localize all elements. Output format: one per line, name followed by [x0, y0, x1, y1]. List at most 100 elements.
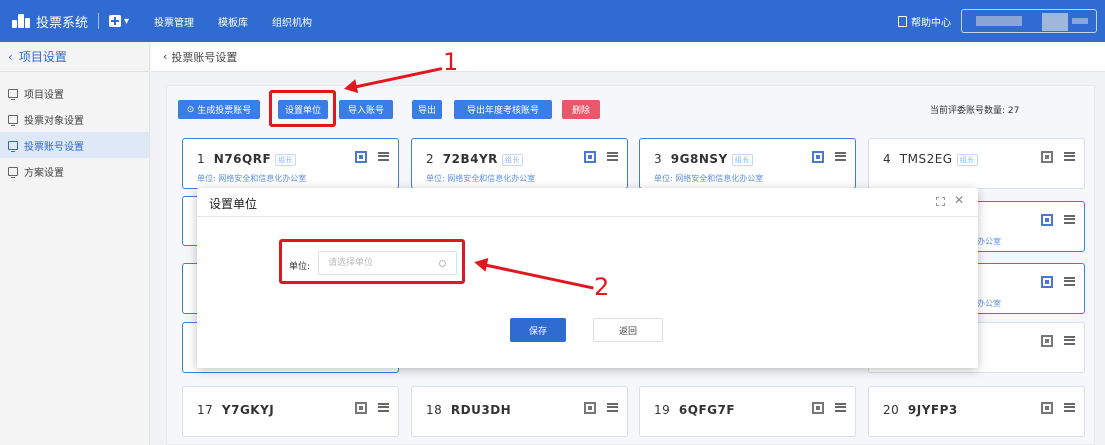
- card-code: 72B4YR: [442, 152, 498, 166]
- card-unit: 单位: 网络安全和信息化办公室: [197, 174, 307, 183]
- dialog-title: 设置单位: [209, 197, 258, 211]
- nav-organization[interactable]: 组织机构: [272, 14, 312, 29]
- nav-template-library[interactable]: 模板库: [218, 14, 248, 29]
- menu-icon[interactable]: [378, 403, 389, 412]
- card-unit: 办公室: [977, 299, 1001, 308]
- export-annual-accounts-button[interactable]: 导出年度考核账号: [454, 100, 552, 119]
- account-card[interactable]: 17 Y7GKYJ: [182, 386, 399, 437]
- qr-code-icon[interactable]: [1041, 402, 1053, 414]
- account-card[interactable]: 18 RDU3DH: [411, 386, 628, 437]
- menu-icon[interactable]: [1064, 152, 1075, 161]
- top-bar: 投票系统 ▾ 投票管理 模板库 组织机构 帮助中心: [0, 0, 1105, 42]
- monitor-icon: [8, 114, 18, 126]
- menu-icon[interactable]: [1064, 277, 1075, 286]
- page-title: 投票账号设置: [171, 50, 238, 64]
- nav-vote-management[interactable]: 投票管理: [154, 14, 194, 29]
- buildings-icon: [12, 14, 30, 28]
- qr-code-icon[interactable]: [1041, 335, 1053, 347]
- document-icon: [898, 15, 907, 27]
- app-logo[interactable]: 投票系统 ▾: [12, 0, 129, 42]
- card-title: 20 9JYFP3: [883, 403, 958, 417]
- menu-icon[interactable]: [1064, 215, 1075, 224]
- qr-code-icon[interactable]: [355, 151, 367, 163]
- sidebar-item-vote-account-settings[interactable]: 投票账号设置: [0, 132, 149, 158]
- breadcrumb: ‹ 投票账号设置: [151, 42, 1105, 72]
- help-label: 帮助中心: [911, 17, 951, 29]
- qr-code-icon[interactable]: [584, 151, 596, 163]
- import-accounts-button[interactable]: 导入账号: [339, 100, 393, 119]
- account-count: 当前评委账号数量: 27: [930, 106, 1020, 116]
- close-icon[interactable]: ✕: [954, 193, 964, 207]
- account-card[interactable]: 1 N76QRF 组长 单位: 网络安全和信息化办公室: [182, 138, 399, 189]
- generate-accounts-button[interactable]: ⊙ 生成投票账号: [178, 100, 260, 119]
- card-title: 4 TMS2EG 组长: [883, 152, 978, 166]
- divider: [197, 216, 978, 217]
- chevron-down-icon: ▾: [124, 15, 130, 27]
- card-title: 3 9G8NSY 组长: [654, 152, 753, 166]
- save-button[interactable]: 保存: [510, 318, 566, 342]
- qr-code-icon[interactable]: [355, 402, 367, 414]
- menu-icon[interactable]: [607, 403, 618, 412]
- apps-icon: [109, 15, 122, 27]
- monitor-icon: [8, 166, 18, 178]
- export-button[interactable]: 导出: [412, 100, 442, 119]
- menu-icon[interactable]: [378, 152, 389, 161]
- card-title: 18 RDU3DH: [426, 403, 511, 417]
- role-tag: 组长: [731, 153, 753, 166]
- qr-code-icon[interactable]: [1041, 151, 1053, 163]
- sidebar-item-project-settings[interactable]: 项目设置: [0, 80, 149, 106]
- back-button[interactable]: 返回: [593, 318, 663, 342]
- chevron-left-icon: ‹: [8, 49, 13, 64]
- highlight-box-1: [269, 90, 336, 127]
- sidebar-back-button[interactable]: ‹ 项目设置: [0, 42, 149, 72]
- divider: [98, 13, 100, 29]
- account-card[interactable]: 19 6QFG7F: [639, 386, 856, 437]
- user-name-redacted: [1072, 18, 1088, 24]
- chevron-left-icon[interactable]: ‹: [163, 50, 167, 63]
- card-code: RDU3DH: [450, 403, 512, 417]
- role-tag: 组长: [501, 153, 523, 166]
- account-card[interactable]: 4 TMS2EG 组长: [868, 138, 1085, 189]
- account-card[interactable]: 20 9JYFP3: [868, 386, 1085, 437]
- card-number: 4: [883, 152, 892, 166]
- card-code: N76QRF: [213, 152, 272, 166]
- qr-code-icon[interactable]: [1041, 214, 1053, 226]
- account-card[interactable]: 2 72B4YR 组长 单位: 网络安全和信息化办公室: [411, 138, 628, 189]
- qr-code-icon[interactable]: [812, 402, 824, 414]
- sidebar-back-label: 项目设置: [18, 50, 67, 64]
- card-title: 17 Y7GKYJ: [197, 403, 274, 417]
- card-code: TMS2EG: [899, 152, 953, 166]
- menu-icon[interactable]: [1064, 403, 1075, 412]
- maximize-icon[interactable]: [936, 197, 945, 206]
- card-number: 1: [197, 152, 206, 166]
- card-number: 2: [426, 152, 435, 166]
- menu-icon[interactable]: [607, 152, 618, 161]
- card-unit: 单位: 网络安全和信息化办公室: [426, 174, 536, 183]
- qr-code-icon[interactable]: [584, 402, 596, 414]
- app-switcher-button[interactable]: ▾: [109, 15, 129, 27]
- sidebar-item-vote-object-settings[interactable]: 投票对象设置: [0, 106, 149, 132]
- card-number: 17: [197, 403, 214, 417]
- menu-icon[interactable]: [835, 152, 846, 161]
- user-menu[interactable]: [961, 9, 1097, 33]
- menu-icon[interactable]: [1064, 336, 1075, 345]
- qr-code-icon[interactable]: [812, 151, 824, 163]
- qr-code-icon[interactable]: [1041, 276, 1053, 288]
- sidebar-item-label: 方案设置: [24, 167, 64, 179]
- card-code: 9JYFP3: [907, 403, 958, 417]
- account-card[interactable]: 3 9G8NSY 组长 单位: 网络安全和信息化办公室: [639, 138, 856, 189]
- annotation-number-2: 2: [594, 273, 610, 301]
- help-center-link[interactable]: 帮助中心: [898, 0, 951, 42]
- monitor-icon: [8, 88, 18, 100]
- user-info-redacted: [976, 16, 1022, 26]
- highlight-box-2: [279, 239, 465, 284]
- role-tag: 组长: [275, 153, 297, 166]
- menu-icon[interactable]: [835, 403, 846, 412]
- sidebar-item-plan-settings[interactable]: 方案设置: [0, 158, 149, 184]
- card-title: 2 72B4YR 组长: [426, 152, 523, 166]
- card-title: 1 N76QRF 组长: [197, 152, 297, 166]
- role-tag: 组长: [956, 153, 978, 166]
- delete-button[interactable]: 删除: [562, 100, 600, 119]
- sidebar: ‹ 项目设置 项目设置 投票对象设置 投票账号设置 方案设置: [0, 42, 150, 445]
- button-label: 生成投票账号: [197, 106, 252, 116]
